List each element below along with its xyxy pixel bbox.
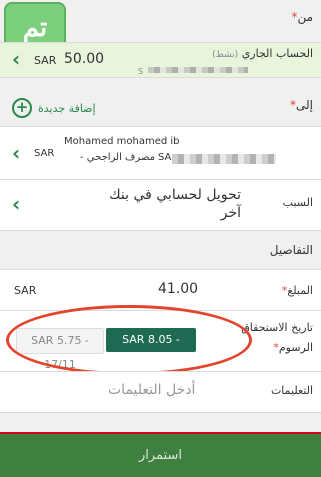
account-number-redacted [148,67,248,73]
chevron-left-icon: ‹ [12,192,21,216]
add-new-button[interactable]: + إضافة جديدة [12,98,96,118]
reason-value: تحويل لحسابي في بنك آخر [109,187,241,221]
beneficiary-bank: مصرف الراجحي - [80,152,155,163]
amount-label: المبلغ* [281,284,313,297]
fees-label: الرسوم* [273,341,313,354]
account-balance: 50.00 [64,51,105,67]
account-currency: SAR [34,54,57,67]
to-label: إلى* [290,98,313,112]
spacer [0,413,321,432]
to-section: + إضافة جديدة إلى* [0,78,321,126]
chevron-left-icon: ‹ [12,47,21,71]
from-section: تم من* [0,0,321,54]
from-label: من* [291,10,313,24]
instructions-placeholder: أدخل التعليمات [108,382,196,398]
instructions-label: التعليمات [270,384,313,397]
account-number-prefix: S [138,67,144,76]
amount-field[interactable]: SAR 41.00 المبلغ* [0,270,321,310]
chevron-left-icon: ‹ [12,141,21,165]
beneficiary-name: Mohamed mohamed ib [64,136,180,147]
continue-button[interactable]: استمرار [0,432,321,477]
from-account-card[interactable]: ‹ SAR 50.00 S الحساب الجاري (نشط) [0,43,321,77]
amount-value: 41.00 [158,281,199,297]
beneficiary-account-prefix: SA [158,152,172,163]
instructions-field[interactable]: أدخل التعليمات التعليمات [0,372,321,412]
details-header: التفاصيل [0,231,321,269]
beneficiary-currency: SAR [34,148,55,159]
plus-circle-icon: + [12,98,32,118]
amount-currency: SAR [14,284,37,297]
reason-label: السبب [282,196,313,209]
reason-field[interactable]: ‹ تحويل لحسابي في بنك آخر السبب [0,180,321,230]
account-name: الحساب الجاري (نشط) [212,47,313,60]
beneficiary-card[interactable]: ‹ SAR Mohamed mohamed ib مصرف الراجحي - … [0,127,321,179]
details-label: التفاصيل [269,243,313,257]
highlight-circle [6,305,252,375]
beneficiary-account-redacted [172,154,276,164]
